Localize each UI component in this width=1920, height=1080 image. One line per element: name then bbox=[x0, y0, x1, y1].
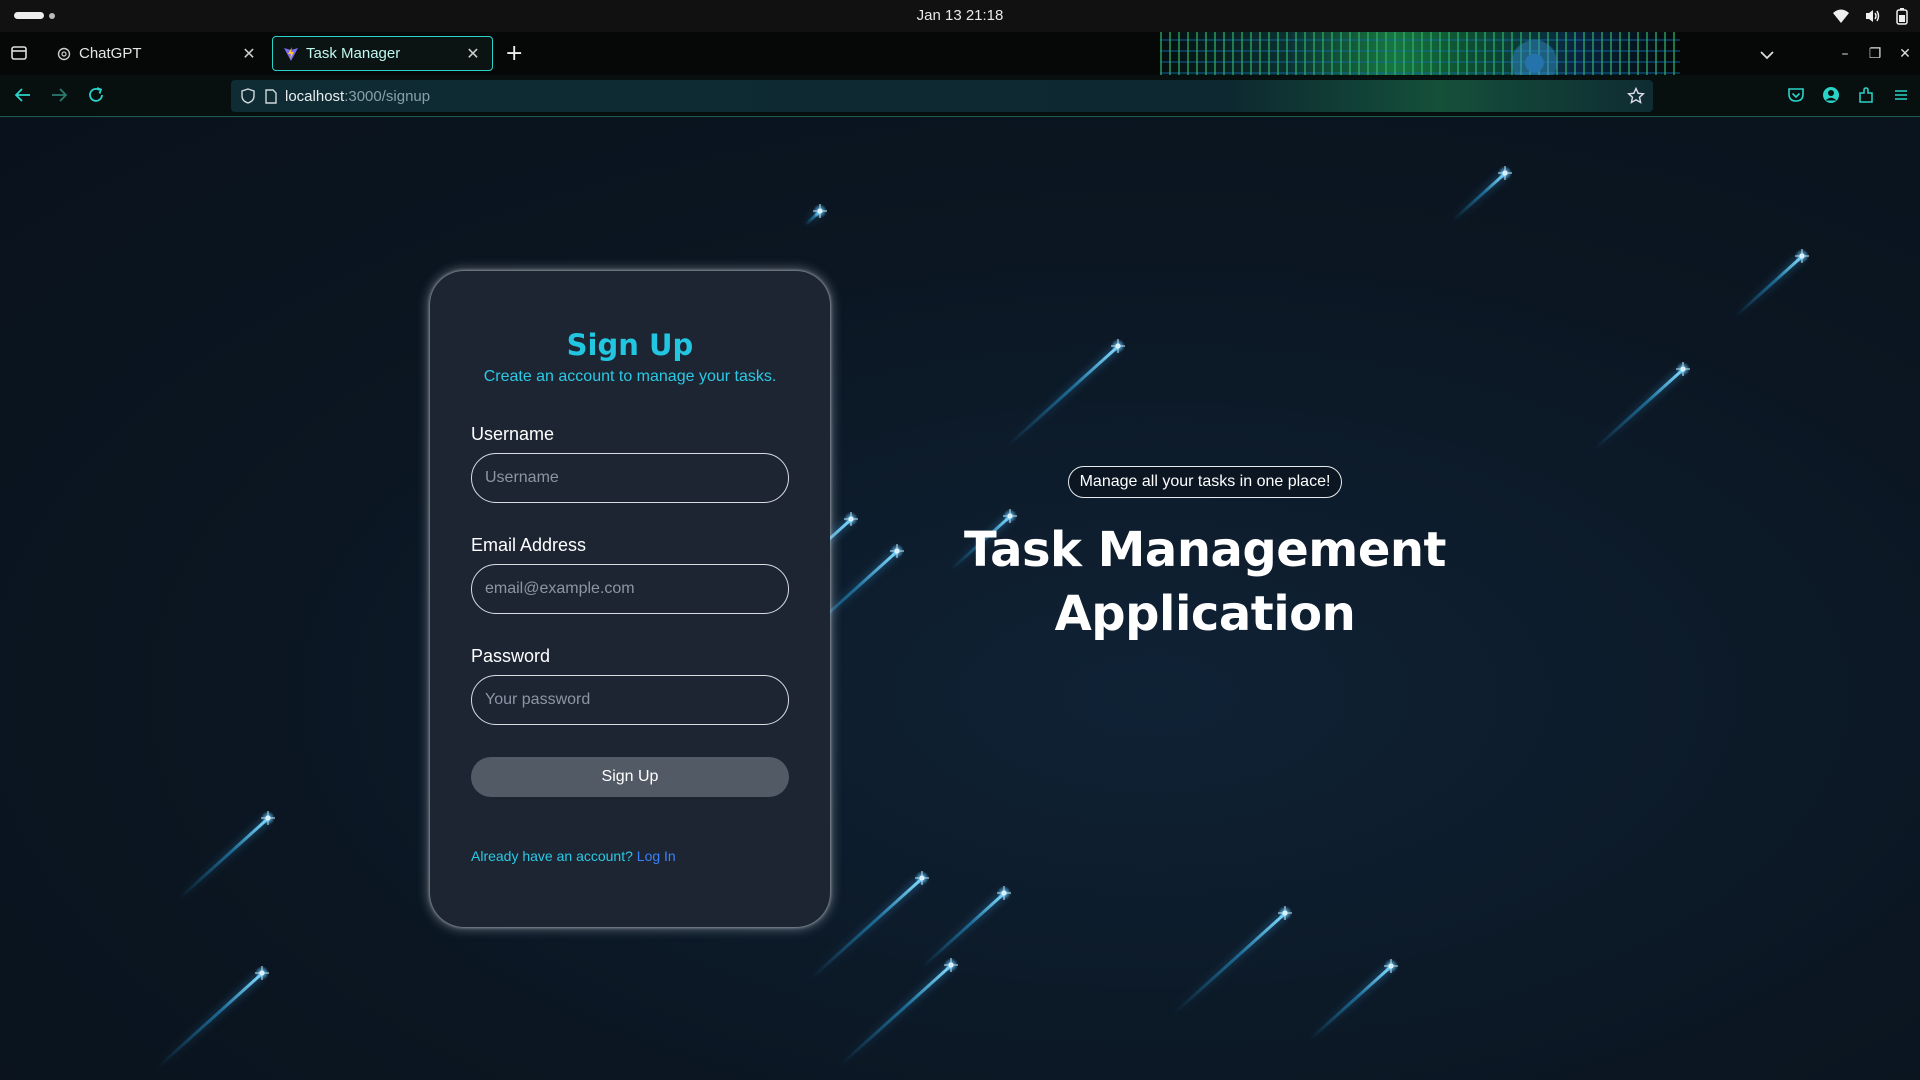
system-tray[interactable] bbox=[1832, 7, 1908, 25]
star-sparkle bbox=[890, 544, 904, 558]
login-prompt-text: Already have an account? bbox=[471, 848, 633, 864]
account-icon[interactable] bbox=[1822, 86, 1840, 108]
shooting-star-streak bbox=[1005, 345, 1120, 448]
tab-task-manager[interactable]: Task Manager ✕ bbox=[272, 36, 493, 71]
chevron-down-icon[interactable] bbox=[1760, 45, 1774, 64]
password-input[interactable] bbox=[471, 675, 789, 725]
star-sparkle bbox=[261, 811, 275, 825]
star-sparkle bbox=[1111, 339, 1125, 353]
star-sparkle bbox=[1676, 362, 1690, 376]
browser-nav-bar: localhost:3000/signup bbox=[0, 75, 1920, 117]
extensions-icon[interactable] bbox=[1857, 86, 1875, 108]
star-sparkle bbox=[255, 966, 269, 980]
system-clock[interactable]: Jan 13 21:18 bbox=[0, 7, 1920, 24]
activities-indicator[interactable] bbox=[14, 12, 55, 19]
star-sparkle bbox=[1278, 906, 1292, 920]
username-input[interactable] bbox=[471, 453, 789, 503]
star-sparkle bbox=[997, 886, 1011, 900]
tab-close-icon[interactable]: ✕ bbox=[240, 44, 258, 64]
signup-card: Sign Up Create an account to manage your… bbox=[430, 271, 830, 927]
back-arrow-icon[interactable] bbox=[14, 86, 32, 108]
tab-title: Task Manager bbox=[306, 45, 401, 62]
star-sparkle bbox=[1498, 166, 1512, 180]
volume-icon bbox=[1866, 10, 1880, 22]
star-sparkle bbox=[915, 871, 929, 885]
reload-icon[interactable] bbox=[87, 86, 105, 108]
shooting-star-streak bbox=[838, 964, 953, 1067]
shooting-star-streak bbox=[1172, 912, 1287, 1015]
minimize-icon[interactable]: – bbox=[1830, 46, 1860, 62]
tagline-badge: Manage all your tasks in one place! bbox=[1067, 466, 1343, 498]
page-viewport: Sign Up Create an account to manage your… bbox=[0, 118, 1920, 1080]
signup-title: Sign Up bbox=[566, 328, 694, 362]
hero-title-line2: Application bbox=[1054, 586, 1356, 642]
chatgpt-icon bbox=[56, 46, 72, 62]
wifi-icon bbox=[1833, 9, 1849, 23]
email-label: Email Address bbox=[471, 535, 587, 555]
restore-icon[interactable]: ❐ bbox=[1860, 46, 1890, 62]
browser-tab-strip: ChatGPT ✕ Task Manager ✕ + – ❐ ✕ bbox=[0, 32, 1920, 75]
shooting-star-streak bbox=[177, 817, 270, 900]
pocket-icon[interactable] bbox=[1787, 86, 1805, 108]
hero-title-line1: Task Management bbox=[964, 522, 1446, 578]
workspace-dot bbox=[49, 12, 55, 19]
new-tab-button[interactable]: + bbox=[505, 41, 523, 66]
tab-title: ChatGPT bbox=[79, 45, 142, 62]
address-bar[interactable]: localhost:3000/signup bbox=[231, 80, 1653, 112]
theme-artwork bbox=[1160, 32, 1680, 75]
forward-arrow-icon[interactable] bbox=[50, 86, 68, 108]
url-path: :3000/signup bbox=[344, 87, 431, 105]
password-label: Password bbox=[471, 646, 551, 666]
hero-section: Manage all your tasks in one place! Task… bbox=[905, 466, 1505, 646]
sidebar-toggle-icon[interactable] bbox=[10, 44, 28, 66]
tab-chatgpt[interactable]: ChatGPT ✕ bbox=[46, 36, 268, 71]
username-label: Username bbox=[471, 424, 555, 444]
signup-subtitle: Create an account to manage your tasks. bbox=[483, 368, 777, 385]
window-controls: – ❐ ✕ bbox=[1830, 32, 1920, 75]
star-sparkle bbox=[813, 204, 827, 218]
email-input[interactable] bbox=[471, 564, 789, 614]
star-sparkle bbox=[944, 958, 958, 972]
shooting-star-streak bbox=[921, 892, 1006, 969]
bookmark-star-icon[interactable] bbox=[1626, 86, 1646, 109]
shooting-star-streak bbox=[156, 972, 264, 1069]
star-sparkle bbox=[1795, 249, 1809, 263]
page-icon[interactable] bbox=[265, 88, 277, 104]
shooting-star-streak bbox=[1592, 368, 1685, 451]
menu-icon[interactable] bbox=[1892, 86, 1910, 108]
login-link[interactable]: Log In bbox=[637, 848, 676, 864]
close-window-icon[interactable]: ✕ bbox=[1890, 46, 1920, 62]
shooting-star-streak bbox=[1308, 965, 1393, 1042]
shield-icon[interactable] bbox=[241, 88, 255, 104]
shooting-star-streak bbox=[1734, 255, 1804, 318]
battery-icon bbox=[1896, 8, 1908, 25]
vite-icon bbox=[283, 46, 299, 62]
login-prompt-row: Already have an account? Log In bbox=[471, 848, 789, 864]
toolbar-right bbox=[1787, 86, 1910, 108]
workspace-pill bbox=[14, 12, 44, 19]
star-sparkle bbox=[844, 512, 858, 526]
star-sparkle bbox=[1384, 959, 1398, 973]
tab-close-icon[interactable]: ✕ bbox=[464, 44, 482, 64]
url-host: localhost bbox=[285, 87, 345, 105]
signup-button[interactable]: Sign Up bbox=[471, 757, 789, 797]
hero-title: Task Management Application bbox=[905, 518, 1505, 646]
system-top-bar: Jan 13 21:18 bbox=[0, 0, 1920, 32]
